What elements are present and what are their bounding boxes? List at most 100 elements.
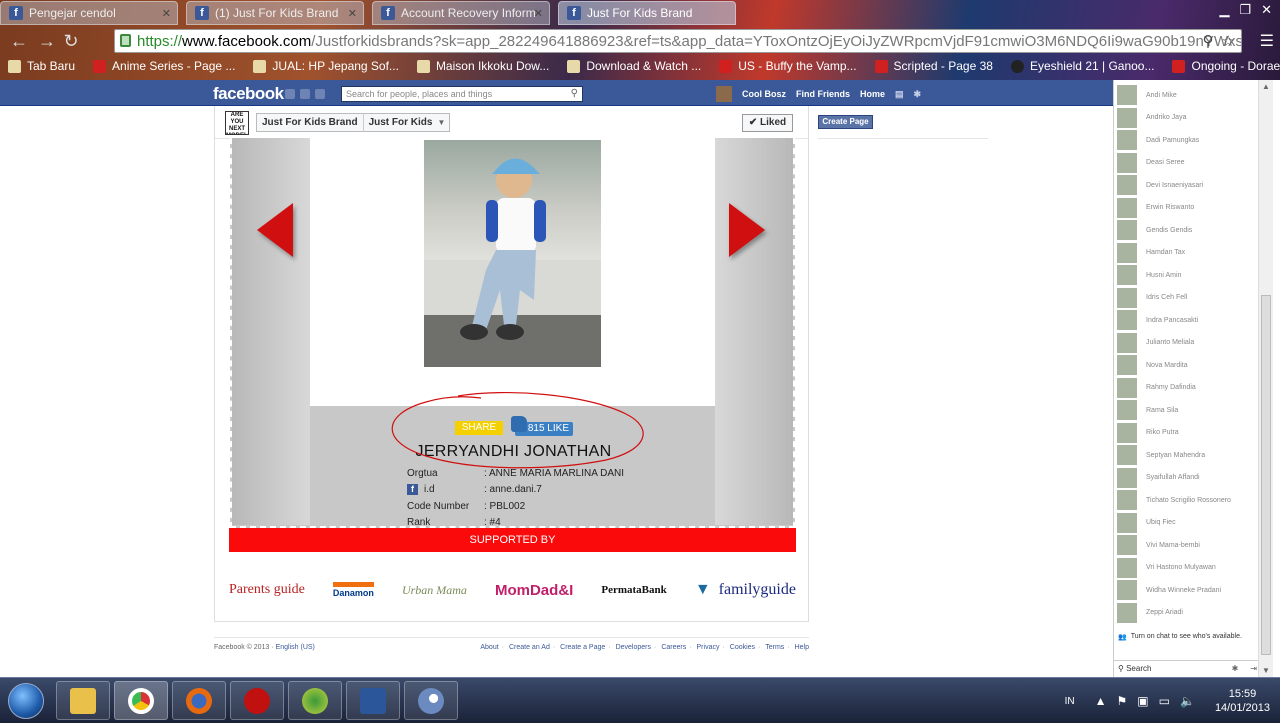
facebook-logo[interactable]: facebook (213, 84, 284, 104)
language-link[interactable]: English (US) (276, 644, 315, 651)
chat-friend-item[interactable]: Widha Winneke Pradani (1114, 579, 1259, 602)
liked-button[interactable]: ✔ Liked (742, 114, 793, 132)
create-page-button[interactable]: Create Page (818, 115, 873, 129)
share-button[interactable]: SHARE (455, 421, 503, 435)
home-link[interactable]: Home (860, 89, 885, 99)
sponsor-logo[interactable]: Parents guide (229, 582, 305, 598)
bookmark-item[interactable]: US - Buffy the Vamp... (719, 59, 857, 73)
address-bar[interactable]: https://www.facebook.com/Justforkidsbran… (114, 29, 1242, 53)
bookmark-item[interactable]: JUAL: HP Jepang Sof... (253, 59, 399, 73)
browser-tab-active[interactable]: f Just For Kids Brand (558, 1, 736, 25)
gear-icon[interactable]: ✱ (1232, 664, 1239, 673)
scroll-down-icon[interactable]: ▼ (1262, 666, 1270, 675)
bookmark-item[interactable]: Tab Baru (8, 59, 75, 73)
show-hidden-icon[interactable]: ▲ (1095, 694, 1107, 708)
footer-link[interactable]: Create an Ad (509, 644, 550, 651)
bookmark-item[interactable]: Ongoing - Doraemo... (1172, 59, 1280, 73)
footer-link[interactable]: Careers (661, 644, 686, 651)
sponsor-logo[interactable]: Urban Mama (402, 583, 467, 598)
firefox-taskbar-button[interactable] (172, 681, 226, 720)
close-tab-icon[interactable]: ✕ (348, 7, 357, 20)
paint-taskbar-button[interactable] (404, 681, 458, 720)
chat-friend-item[interactable]: Nova Mardita (1114, 354, 1259, 377)
chat-friend-item[interactable]: Andi Mike (1114, 84, 1259, 107)
clock[interactable]: 15:59 14/01/2013 (1215, 687, 1270, 715)
next-arrow-icon[interactable] (729, 203, 765, 257)
explorer-taskbar-button[interactable] (56, 681, 110, 720)
bookmark-item[interactable]: Maison Ikkoku Dow... (416, 59, 549, 73)
reload-icon[interactable]: ↻ (60, 30, 82, 52)
scroll-up-icon[interactable]: ▲ (1262, 82, 1270, 91)
browser-tab[interactable]: f Pengejar cendol ✕ (0, 1, 178, 25)
chat-friend-item[interactable]: Deasi Seree (1114, 152, 1259, 175)
chat-friend-item[interactable]: Zeppi Ariadi (1114, 602, 1259, 625)
search-icon[interactable]: ⚲ (571, 88, 578, 99)
sponsor-logo[interactable]: MomDad&I (495, 582, 573, 599)
browser-tab[interactable]: f (1) Just For Kids Brand ✕ (186, 1, 364, 25)
chat-friend-item[interactable]: Syaifullah Affandi (1114, 467, 1259, 490)
contestant-photo[interactable] (424, 140, 601, 367)
find-friends-link[interactable]: Find Friends (796, 89, 850, 99)
chevron-down-icon[interactable]: ▼ (437, 118, 449, 127)
volume-icon[interactable]: 🔈 (1180, 694, 1195, 708)
chat-friend-item[interactable]: Ubiq Fiec (1114, 512, 1259, 535)
popout-icon[interactable]: ⇥ (1250, 664, 1257, 673)
chat-friend-item[interactable]: Rama Sila (1114, 399, 1259, 422)
footer-link[interactable]: Help (795, 644, 809, 651)
star-icon[interactable]: ☆ (1222, 32, 1235, 50)
bookmark-item[interactable]: Anime Series - Page ... (93, 59, 235, 73)
facebook-search-input[interactable]: Search for people, places and things ⚲ (341, 86, 583, 102)
sponsor-logo[interactable]: ▼ familyguide (695, 581, 796, 599)
footer-link[interactable]: Cookies (730, 644, 755, 651)
bookmark-item[interactable]: Download & Watch ... (567, 59, 701, 73)
chat-friend-item[interactable]: Devi Isnaeniyasari (1114, 174, 1259, 197)
chrome-taskbar-button[interactable] (114, 681, 168, 720)
previous-arrow-icon[interactable] (257, 203, 293, 257)
avatar[interactable] (716, 86, 732, 102)
chat-friend-item[interactable]: Idris Ceh Fell (1114, 287, 1259, 310)
chat-friend-item[interactable]: Andriko Jaya (1114, 107, 1259, 130)
close-window-icon[interactable]: ✕ (1261, 2, 1272, 18)
chat-friend-item[interactable]: Julianto Meliala (1114, 332, 1259, 355)
start-button[interactable] (8, 683, 44, 719)
chat-friend-item[interactable]: Indra Pancasakti (1114, 309, 1259, 332)
breadcrumb-app-link[interactable]: Just For Kids (364, 117, 438, 128)
language-indicator[interactable]: IN (1065, 696, 1075, 707)
footer-link[interactable]: Terms (765, 644, 784, 651)
device-icon[interactable]: ▣ (1137, 694, 1148, 708)
word-taskbar-button[interactable] (346, 681, 400, 720)
search-icon[interactable]: ⚲ (1203, 32, 1214, 50)
chat-friend-item[interactable]: Vri Hastono Mulyawan (1114, 557, 1259, 580)
chat-friend-item[interactable]: Vivi Mama-bembi (1114, 534, 1259, 557)
page-logo[interactable]: ARE YOU NEXT MODEL? (225, 111, 249, 135)
action-center-icon[interactable]: ⚑ (1117, 694, 1128, 708)
minimize-icon[interactable]: ▁ (1219, 2, 1229, 18)
chat-friend-item[interactable]: Riko Putra (1114, 422, 1259, 445)
chat-search-input[interactable]: ⚲ Search ✱ ⇥ (1114, 660, 1259, 676)
chat-friend-item[interactable]: Dadi Pamungkas (1114, 129, 1259, 152)
smartfren-taskbar-button[interactable] (230, 681, 284, 720)
gear-icon[interactable]: ✱ (914, 89, 922, 100)
scrollbar-thumb[interactable] (1261, 295, 1271, 655)
breadcrumb-page-link[interactable]: Just For Kids Brand (257, 117, 363, 128)
chat-friend-item[interactable]: Erwin Riswanto (1114, 197, 1259, 220)
chat-friend-item[interactable]: Hamdan Tax (1114, 242, 1259, 265)
privacy-shortcuts-icon[interactable]: ▤ (895, 89, 904, 100)
sponsor-logo[interactable]: PermataBank (601, 584, 666, 596)
menu-icon[interactable]: ☰ (1260, 31, 1274, 51)
network-icon[interactable]: ▭ (1159, 694, 1170, 708)
maximize-icon[interactable]: ❐ (1239, 2, 1251, 18)
notifications-icon[interactable] (315, 89, 325, 99)
footer-link[interactable]: Create a Page (560, 644, 605, 651)
sponsor-logo[interactable]: Danamon (332, 582, 374, 598)
chat-friend-item[interactable]: Tichato Scrigilio Rossonero (1114, 489, 1259, 512)
chat-friend-item[interactable]: Gendis Gendis (1114, 219, 1259, 242)
browser-tab[interactable]: f Account Recovery Inform ✕ (372, 1, 550, 25)
footer-link[interactable]: Developers (616, 644, 651, 651)
close-tab-icon[interactable]: ✕ (162, 7, 171, 20)
footer-link[interactable]: About (480, 644, 498, 651)
close-tab-icon[interactable]: ✕ (534, 7, 543, 20)
forward-icon[interactable]: → (36, 30, 58, 52)
bookmark-item[interactable]: Eyeshield 21 | Ganoo... (1010, 59, 1154, 73)
user-name-link[interactable]: Cool Bosz (742, 89, 786, 99)
